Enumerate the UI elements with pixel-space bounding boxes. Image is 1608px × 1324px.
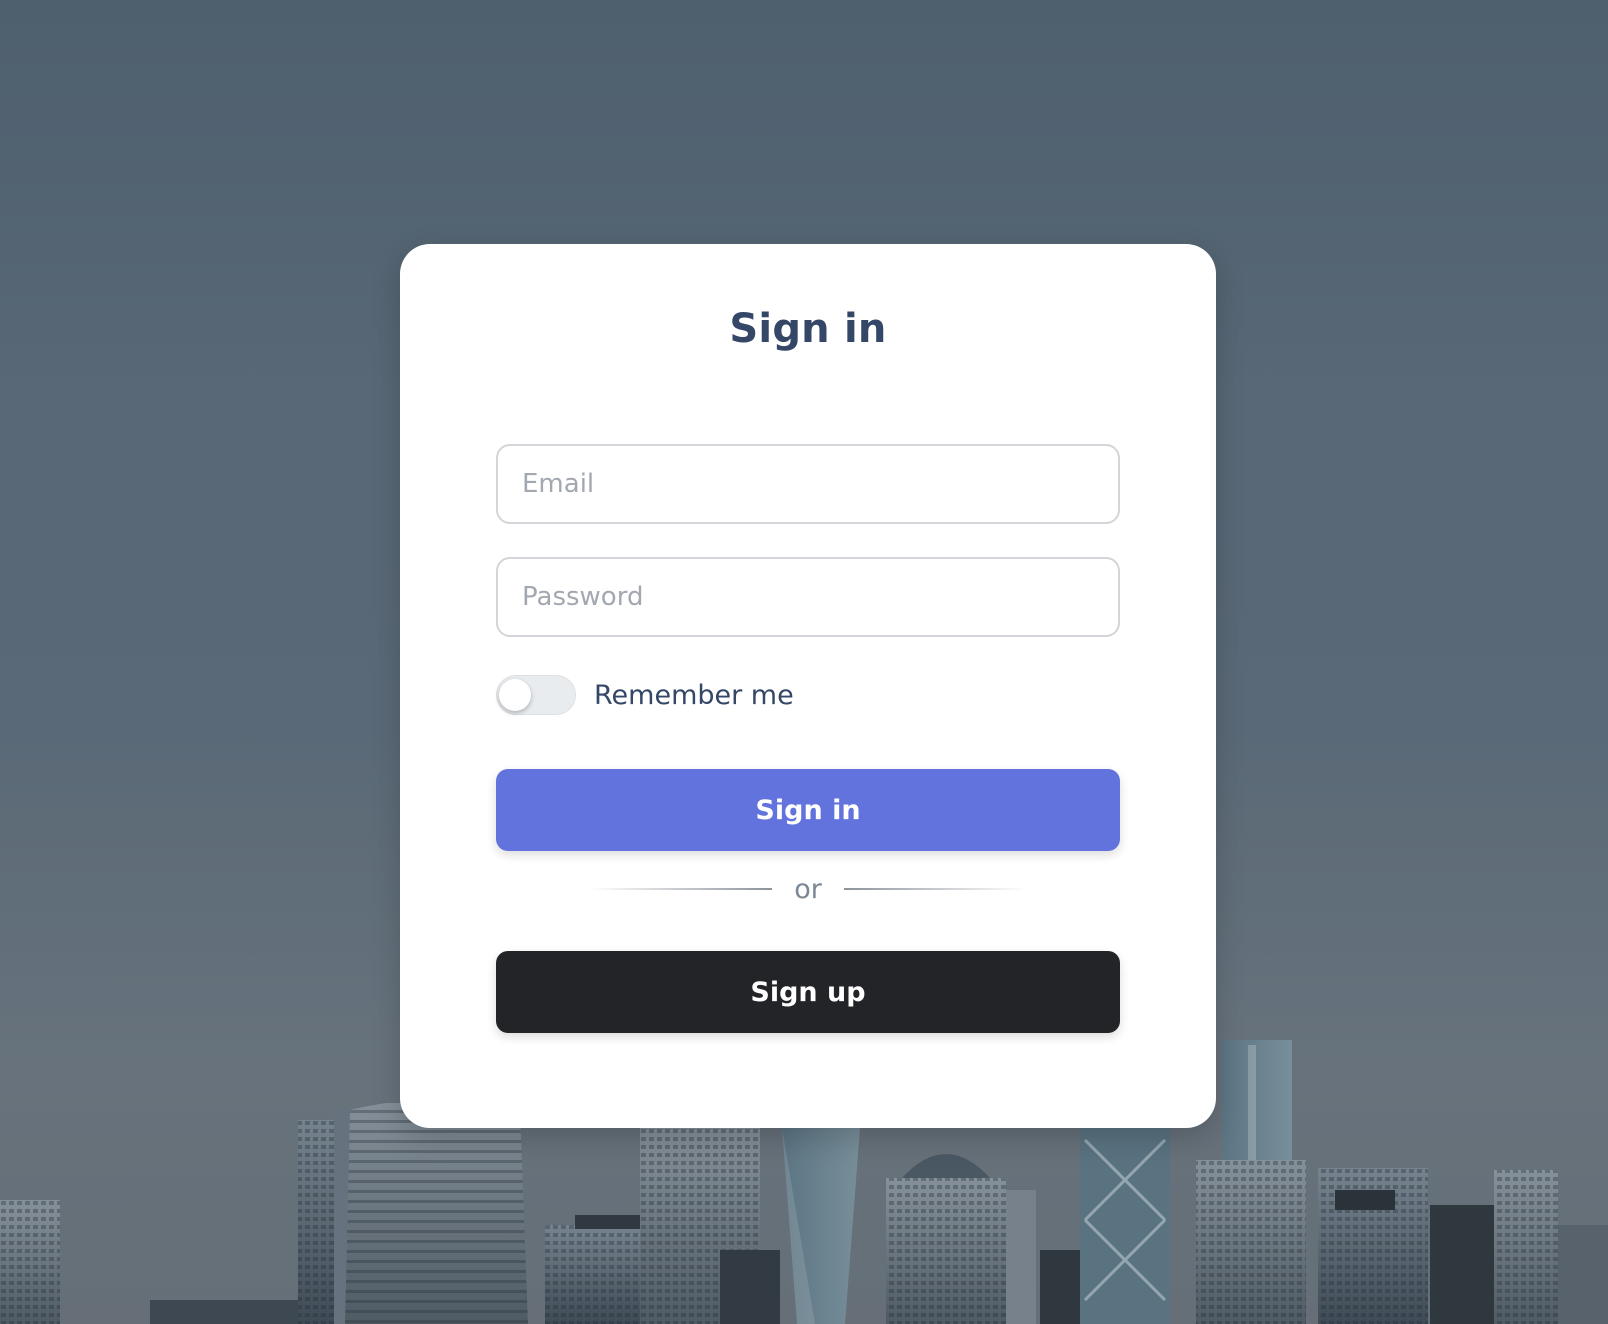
sign-up-button[interactable]: Sign up (496, 951, 1120, 1033)
divider-line-left (590, 888, 773, 890)
sign-in-button[interactable]: Sign in (496, 769, 1120, 851)
remember-me-label: Remember me (594, 679, 794, 711)
toggle-knob (499, 679, 531, 711)
signin-card: Sign in Remember me Sign in or Sign up (400, 244, 1216, 1128)
divider-line-right (843, 888, 1026, 890)
or-divider: or (590, 869, 1026, 909)
divider-text: or (794, 873, 822, 905)
page-title: Sign in (729, 306, 887, 352)
remember-me-row: Remember me (496, 674, 794, 716)
email-field[interactable] (496, 444, 1120, 524)
password-field[interactable] (496, 557, 1120, 637)
remember-me-toggle[interactable] (496, 675, 576, 715)
